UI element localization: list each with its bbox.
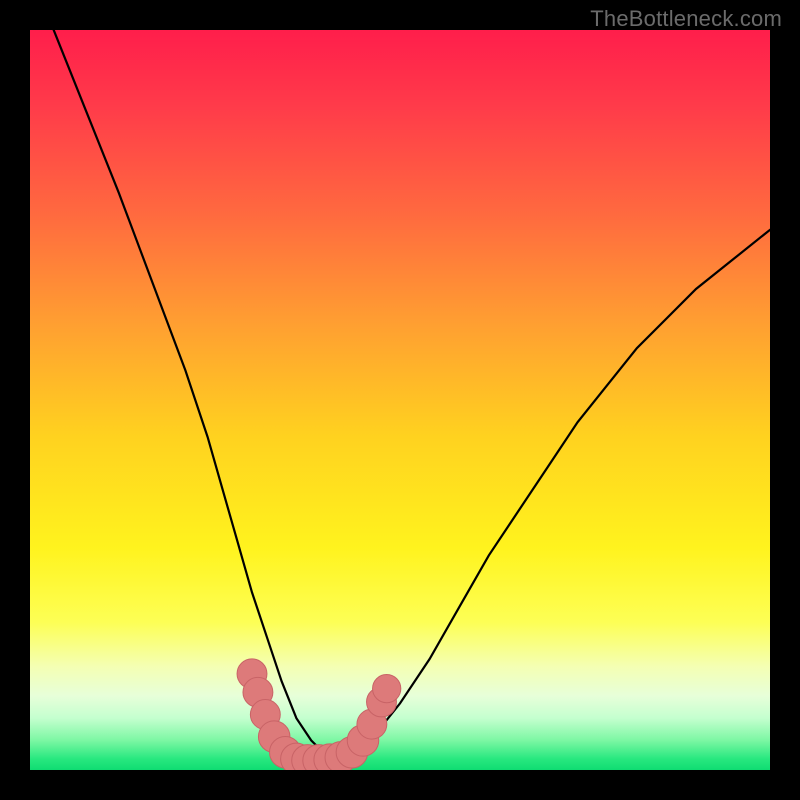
plot-svg — [30, 30, 770, 770]
outer-frame: TheBottleneck.com — [0, 0, 800, 800]
plot-area — [30, 30, 770, 770]
watermark-text: TheBottleneck.com — [590, 6, 782, 32]
gradient-background — [30, 30, 770, 770]
highlight-marker — [373, 674, 401, 702]
